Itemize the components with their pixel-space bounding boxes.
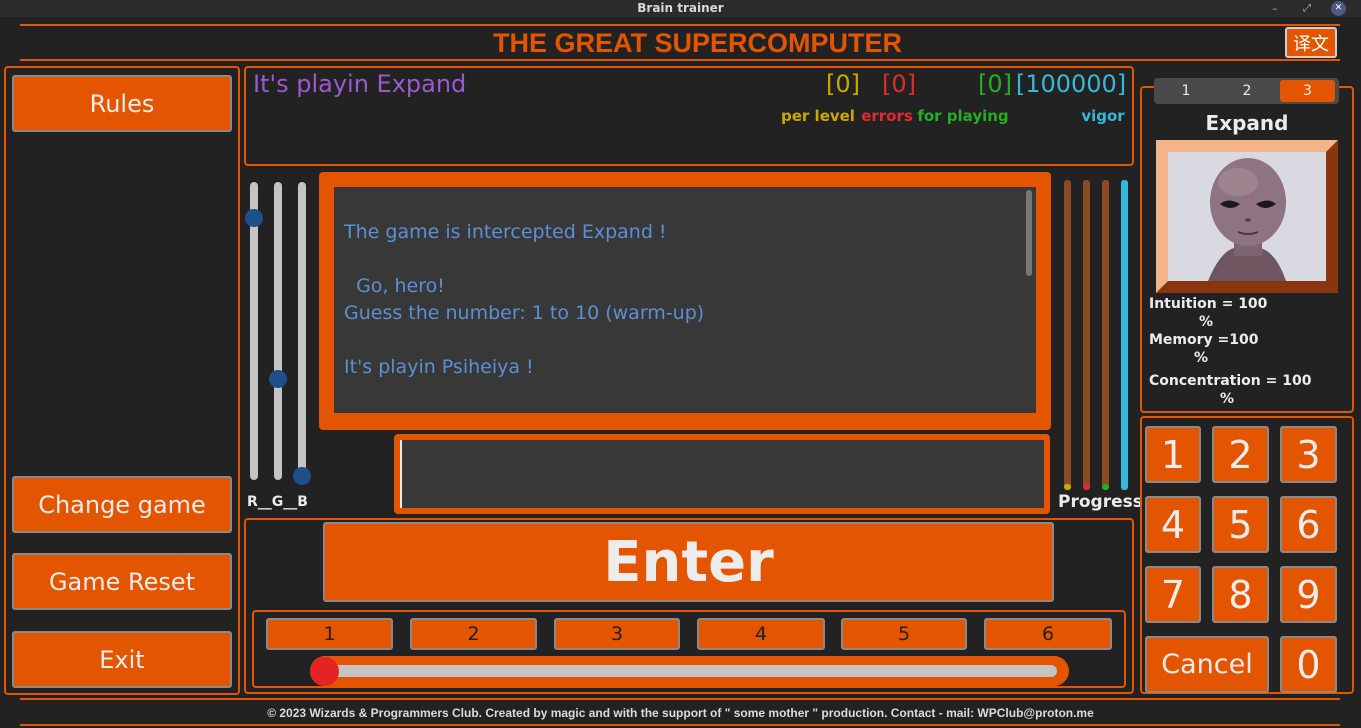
memory-unit: % [1194,350,1209,366]
message-line-3: Guess the number: 1 to 10 (warm-up) [344,302,705,324]
level-slider-handle[interactable] [310,657,339,686]
errors-value: [0] [882,70,916,98]
character-tab-1[interactable]: 1 [1158,80,1214,102]
exit-button[interactable]: Exit [12,631,232,688]
character-name: Expand [1205,111,1289,135]
message-line-2: Go, hero! [344,275,445,297]
progress-track-1 [1064,180,1071,490]
memory-stat: Memory =100 [1149,332,1259,348]
level-slider-track[interactable] [310,656,1069,686]
window-titlebar: Brain trainer – ⤢ ✕ [0,0,1361,17]
header-line-top [20,24,1340,26]
concentration-unit: % [1220,391,1235,407]
minimize-icon[interactable]: – [1267,0,1283,17]
footer-line-top [20,698,1340,700]
footer-copyright: © 2023 Wizards & Programmers Club. Creat… [267,706,1094,720]
character-tab-2[interactable]: 2 [1219,80,1275,102]
level-button-6[interactable]: 6 [984,618,1112,650]
green-slider-track[interactable] [274,182,282,480]
level-button-3[interactable]: 3 [554,618,680,650]
keypad-5[interactable]: 5 [1212,496,1269,553]
blue-slider-handle[interactable] [293,467,311,485]
level-slider-groove [324,665,1057,677]
keypad-2[interactable]: 2 [1212,426,1269,483]
per-level-label: per level [781,107,855,125]
green-slider-handle[interactable] [269,370,287,388]
keypad-1[interactable]: 1 [1145,426,1201,483]
progress-fill-4 [1121,180,1128,490]
level-button-5[interactable]: 5 [841,618,967,650]
translate-button[interactable]: 译文 [1285,27,1337,58]
progress-track-2 [1083,180,1090,490]
for-playing-value: [0] [978,70,1012,98]
level-button-2[interactable]: 2 [410,618,537,650]
keypad-8[interactable]: 8 [1212,566,1269,623]
enter-button[interactable]: Enter [323,522,1054,602]
level-button-1[interactable]: 1 [266,618,393,650]
window-title: Brain trainer [637,1,724,15]
red-slider-handle[interactable] [245,209,263,227]
game-reset-button[interactable]: Game Reset [12,553,232,610]
answer-input[interactable] [400,440,1044,508]
close-icon[interactable]: ✕ [1331,1,1346,16]
blue-slider-track[interactable] [298,182,306,480]
app-title: THE GREAT SUPERCOMPUTER [492,28,903,58]
alien-portrait-image [1168,152,1326,281]
for-playing-label: for playing [917,107,1009,125]
character-portrait [1156,140,1338,293]
per-level-value: [0] [826,70,860,98]
keypad-7[interactable]: 7 [1145,566,1201,623]
vigor-label: vigor [1081,107,1125,125]
vigor-value: [100000] [1015,70,1127,98]
message-line-1: The game is intercepted Expand ! [344,221,667,243]
message-line-4: It's playin Psiheiya ! [344,356,534,378]
maximize-icon[interactable]: ⤢ [1299,0,1315,17]
intuition-unit: % [1199,314,1214,330]
change-game-button[interactable]: Change game [12,476,232,533]
character-tab-3[interactable]: 3 [1280,80,1335,102]
playing-game-text: It's playin Expand [253,70,467,98]
intuition-stat: Intuition = 100 [1149,296,1268,312]
errors-label: errors [861,107,913,125]
header-line-bottom [20,59,1340,61]
concentration-stat: Concentration = 100 [1149,373,1312,389]
cancel-button[interactable]: Cancel [1145,636,1269,693]
keypad-6[interactable]: 6 [1280,496,1337,553]
progress-track-3 [1102,180,1109,490]
progress-label: Progress [1058,492,1143,512]
rules-button[interactable]: Rules [12,75,232,132]
keypad-4[interactable]: 4 [1145,496,1201,553]
rgb-slider-label: R__G__B [247,494,308,510]
footer-line-bottom [20,724,1340,726]
keypad-9[interactable]: 9 [1280,566,1337,623]
message-scrollbar[interactable] [1026,190,1032,276]
keypad-3[interactable]: 3 [1280,426,1337,483]
level-button-4[interactable]: 4 [697,618,825,650]
keypad-0[interactable]: 0 [1280,636,1337,693]
